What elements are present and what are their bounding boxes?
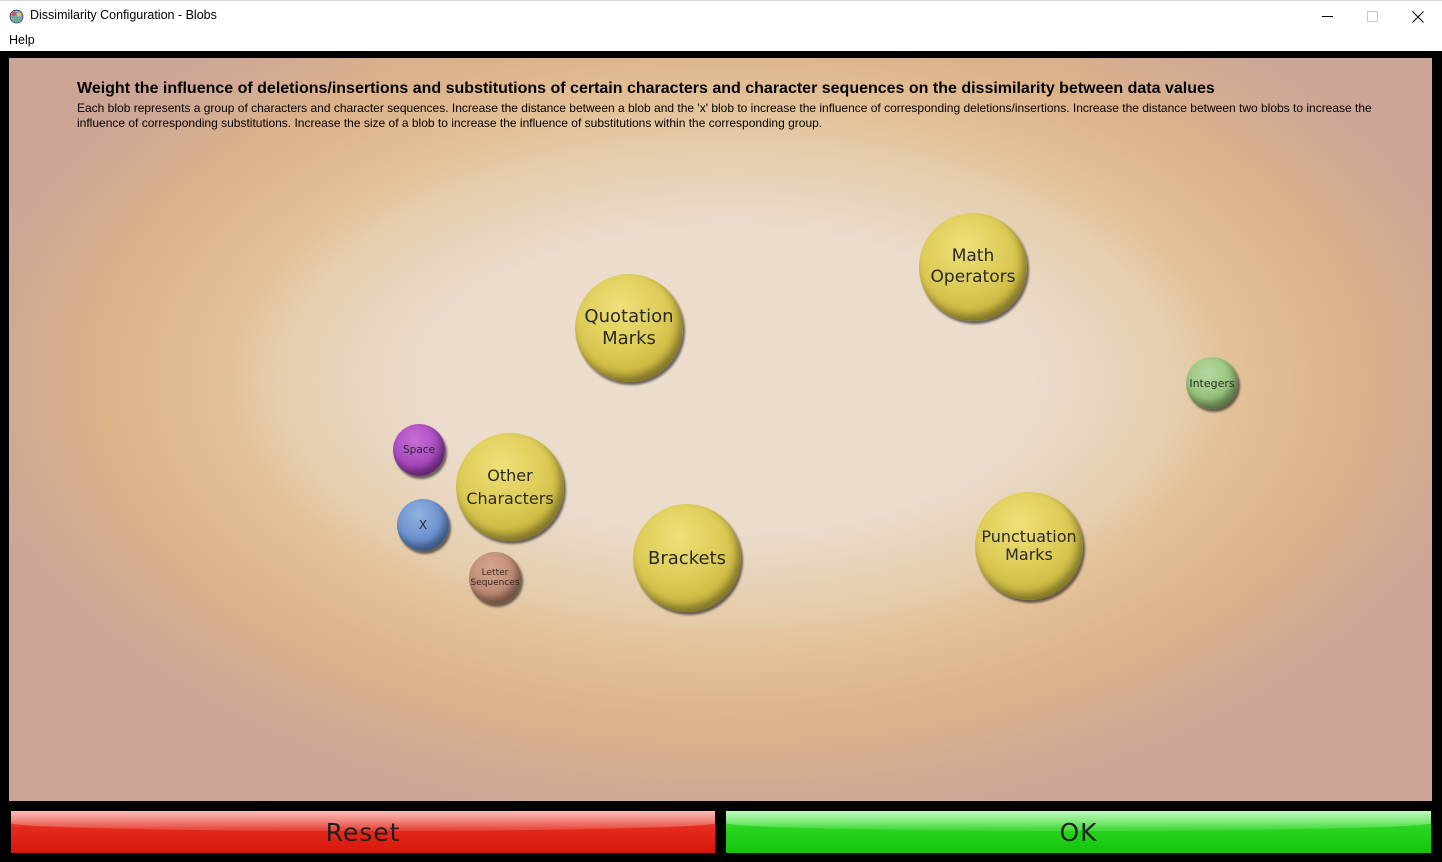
maximize-icon: [1366, 11, 1378, 22]
blob-label: Space: [403, 444, 435, 456]
blob-label: Characters: [466, 489, 554, 508]
maximize-button[interactable]: [1349, 1, 1395, 32]
blob-letter-sequences[interactable]: Letter Sequences: [469, 552, 521, 604]
blob-label: Integers: [1189, 376, 1235, 390]
blob-quotation-marks[interactable]: Quotation Marks: [575, 274, 683, 382]
blob-label: Marks: [602, 328, 656, 349]
blob-label: Brackets: [648, 547, 726, 569]
blob-other-characters[interactable]: Other Characters: [456, 433, 564, 541]
blob-integers[interactable]: Integers: [1186, 357, 1238, 409]
main-frame: Weight the influence of deletions/insert…: [0, 51, 1442, 862]
minimize-button[interactable]: [1304, 1, 1350, 32]
blob-label: Math: [951, 246, 995, 266]
close-icon: [1412, 10, 1424, 23]
blob-label: Other: [487, 466, 533, 485]
blob-label: Quotation: [584, 306, 674, 327]
instruction-heading: Weight the influence of deletions/insert…: [77, 80, 1215, 97]
gear-cluster-icon: [9, 9, 24, 24]
close-button[interactable]: [1395, 1, 1441, 32]
blob-punctuation-marks[interactable]: Punctuation Marks: [975, 492, 1083, 600]
instruction-description: Each blob represents a group of characte…: [77, 101, 1372, 130]
blob-x[interactable]: X: [397, 499, 449, 551]
title-bar: Dissimilarity Configuration - Blobs: [0, 0, 1442, 31]
blob-label: Operators: [930, 267, 1016, 287]
window-title: Dissimilarity Configuration - Blobs: [30, 8, 217, 22]
reset-button[interactable]: Reset: [9, 809, 717, 855]
blob-brackets[interactable]: Brackets: [633, 504, 741, 612]
menu-help[interactable]: Help: [9, 33, 35, 47]
blob-label: X: [418, 518, 428, 532]
ok-button[interactable]: OK: [724, 809, 1433, 855]
blob-math-operators[interactable]: Math Operators: [919, 213, 1027, 321]
blob-label: Marks: [1005, 545, 1053, 564]
ok-button-label: OK: [1059, 817, 1098, 847]
blob-label: Letter: [481, 568, 509, 578]
reset-button-label: Reset: [325, 817, 401, 847]
blob-label: Punctuation: [981, 527, 1077, 546]
blob-space[interactable]: Space: [393, 424, 445, 476]
menu-bar: Help: [0, 31, 1442, 51]
minimize-icon: [1321, 16, 1333, 17]
blob-canvas[interactable]: Weight the influence of deletions/insert…: [9, 58, 1432, 801]
blob-label: Sequences: [470, 578, 520, 588]
